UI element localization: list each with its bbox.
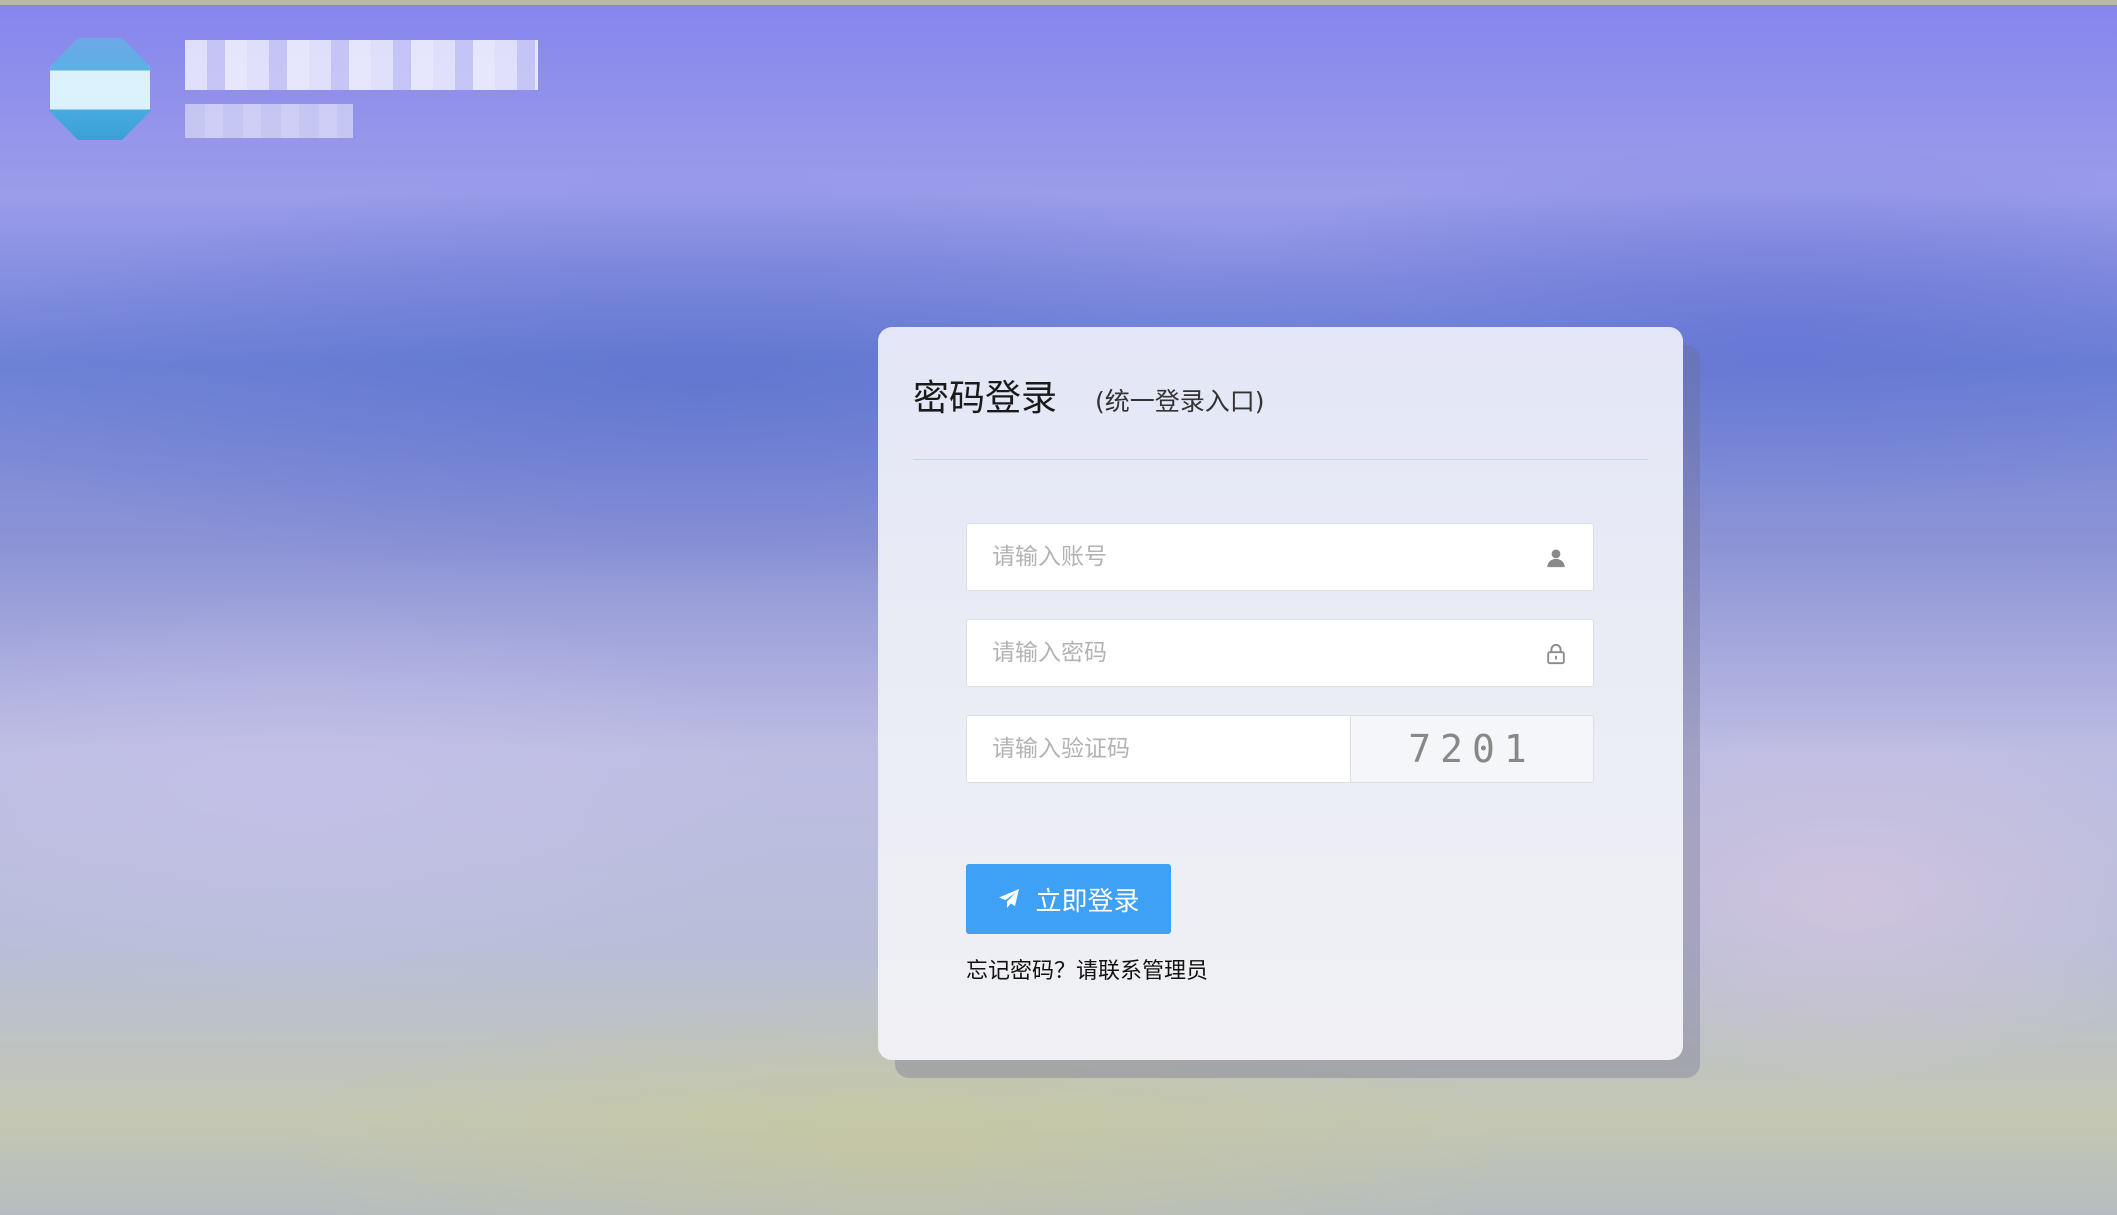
login-button-label: 立即登录: [1035, 886, 1140, 917]
user-icon: [1547, 549, 1565, 568]
password-input[interactable]: [967, 620, 1593, 686]
login-button[interactable]: 立即登录: [966, 864, 1171, 934]
brand-logo-icon: [50, 38, 150, 140]
brand-name-blurred: [185, 40, 538, 90]
captcha-image[interactable]: 7201: [1350, 715, 1594, 783]
captcha-input[interactable]: [967, 716, 1350, 782]
top-border: [0, 0, 2117, 5]
password-field[interactable]: [966, 619, 1594, 687]
forgot-password-text: 忘记密码？请联系管理员: [966, 959, 1209, 984]
header-divider: [913, 459, 1648, 460]
card-subtitle: (统一登录入口): [1095, 387, 1265, 416]
account-field[interactable]: [966, 523, 1594, 591]
login-card: 密码登录 (统一登录入口) 7201 立即登录 忘记密码？请联系管理员: [878, 327, 1683, 1060]
card-header: 密码登录 (统一登录入口): [913, 369, 1648, 419]
brand-subtitle-blurred: [185, 104, 353, 138]
paper-plane-icon: [999, 889, 1020, 908]
lock-icon: [1547, 643, 1565, 665]
account-input[interactable]: [967, 524, 1593, 590]
card-title: 密码登录: [913, 378, 1058, 419]
captcha-field[interactable]: [966, 715, 1350, 783]
